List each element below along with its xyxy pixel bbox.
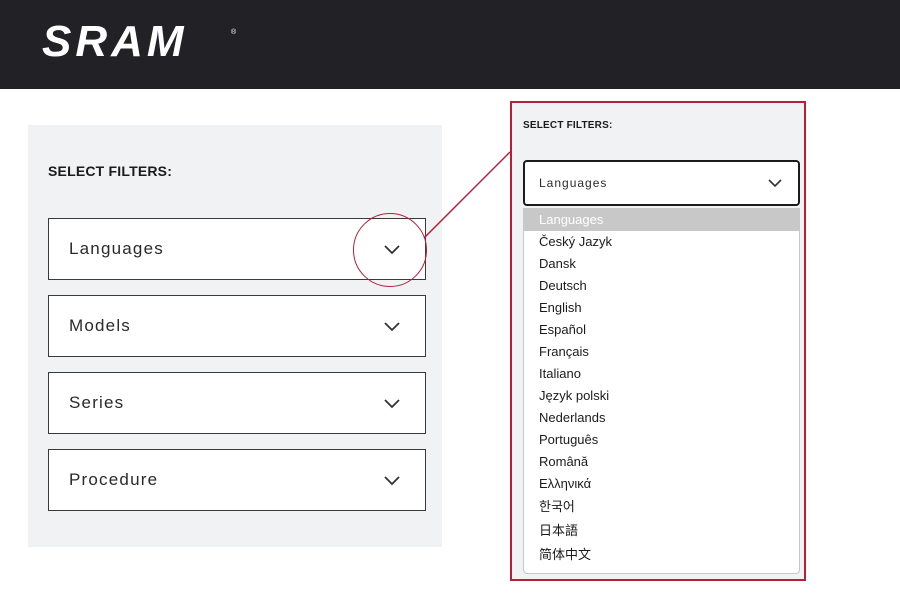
option-korean[interactable]: 한국어: [524, 495, 799, 519]
option-francais[interactable]: Français: [524, 341, 799, 363]
option-languages[interactable]: Languages: [524, 209, 799, 231]
filter-label: Models: [69, 316, 132, 335]
sram-logo[interactable]: SRAM ®: [40, 20, 240, 62]
svg-text:SRAM: SRAM: [42, 20, 188, 62]
chevron-down-icon: [384, 399, 400, 409]
chevron-down-icon: [384, 322, 400, 332]
filter-series[interactable]: Series: [48, 372, 426, 434]
site-header: SRAM ®: [0, 0, 900, 89]
chevron-down-icon: [768, 179, 782, 188]
option-ellinika[interactable]: Ελληνικά: [524, 473, 799, 495]
languages-select[interactable]: Languages: [523, 160, 800, 206]
option-simplified-chinese[interactable]: 简体中文: [524, 543, 799, 567]
filter-languages[interactable]: Languages: [48, 218, 426, 280]
option-japanese[interactable]: 日本語: [524, 519, 799, 543]
filter-models[interactable]: Models: [48, 295, 426, 357]
option-cesky-jazyk[interactable]: Český Jazyk: [524, 231, 799, 253]
filter-label: Procedure: [69, 470, 159, 489]
languages-select-value: Languages: [539, 176, 608, 190]
option-english[interactable]: English: [524, 297, 799, 319]
zoom-callout: SELECT FILTERS: Languages Languages Česk…: [510, 101, 806, 581]
option-espanol[interactable]: Español: [524, 319, 799, 341]
filters-panel: SELECT FILTERS: Languages Models Series …: [28, 125, 442, 547]
filter-procedure[interactable]: Procedure: [48, 449, 426, 511]
option-nederlands[interactable]: Nederlands: [524, 407, 799, 429]
languages-dropdown-list: Languages Český Jazyk Dansk Deutsch Engl…: [523, 208, 800, 574]
option-jezyk-polski[interactable]: Język polski: [524, 385, 799, 407]
filter-label: Series: [69, 393, 125, 412]
chevron-down-icon: [384, 245, 400, 255]
option-deutsch[interactable]: Deutsch: [524, 275, 799, 297]
filter-label: Languages: [69, 239, 164, 258]
option-portugues[interactable]: Português: [524, 429, 799, 451]
zoom-filters-title: SELECT FILTERS:: [523, 120, 613, 131]
filters-title: SELECT FILTERS:: [48, 163, 173, 179]
option-romana[interactable]: Română: [524, 451, 799, 473]
chevron-down-icon: [384, 476, 400, 486]
option-dansk[interactable]: Dansk: [524, 253, 799, 275]
svg-text:®: ®: [231, 28, 237, 36]
option-italiano[interactable]: Italiano: [524, 363, 799, 385]
